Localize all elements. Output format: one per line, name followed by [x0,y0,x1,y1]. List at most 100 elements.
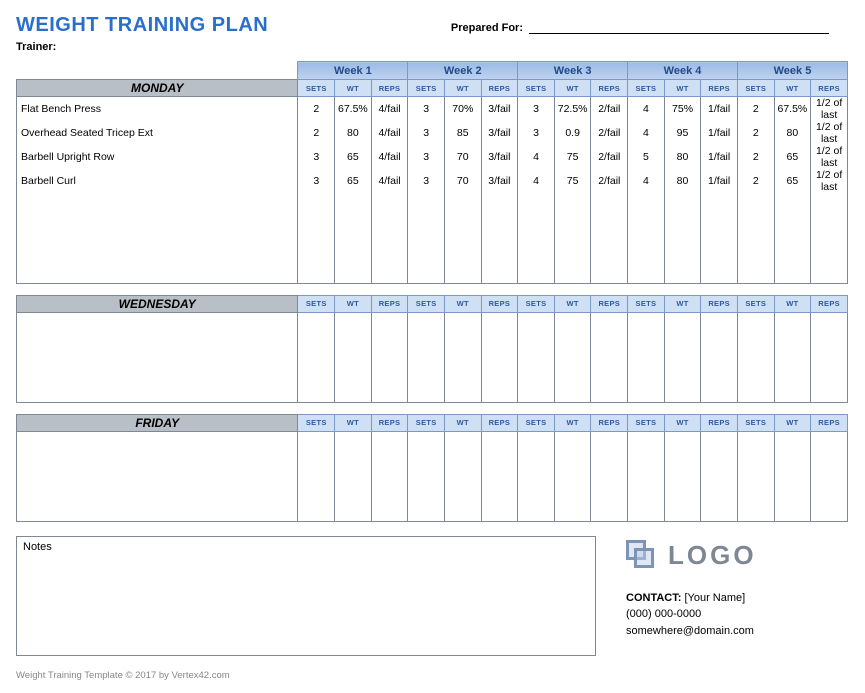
weight-cell: 65 [335,169,372,193]
column-header: REPS [591,295,628,312]
exercise-name: Barbell Curl [17,169,298,193]
empty-cell[interactable] [664,431,701,521]
empty-cell[interactable] [444,312,481,402]
empty-exercise-area[interactable] [17,193,298,283]
column-header: WT [774,414,811,431]
empty-cell[interactable] [335,312,372,402]
sets-cell: 3 [408,97,445,122]
notes-label: Notes [23,541,52,553]
column-header: REPS [481,80,518,97]
empty-cell[interactable] [774,312,811,402]
empty-cell[interactable] [298,312,335,402]
empty-cell[interactable] [408,193,445,283]
reps-cell: 4/fail [371,121,408,145]
weight-cell: 75 [554,169,591,193]
empty-cell[interactable] [628,193,665,283]
empty-cell[interactable] [591,431,628,521]
week-header: Week 3 [518,62,628,80]
sets-cell: 4 [518,145,555,169]
reps-cell: 1/2 of last [811,97,848,122]
notes-box[interactable]: Notes [16,536,596,656]
empty-cell[interactable] [554,312,591,402]
empty-cell[interactable] [518,312,555,402]
empty-exercise-area[interactable] [17,431,298,521]
column-header: WT [664,80,701,97]
sets-cell: 3 [518,121,555,145]
empty-cell[interactable] [701,312,738,402]
empty-cell[interactable] [444,193,481,283]
column-header: REPS [591,80,628,97]
empty-cell[interactable] [664,193,701,283]
empty-cell[interactable] [371,312,408,402]
reps-cell: 3/fail [481,145,518,169]
empty-cell[interactable] [554,193,591,283]
reps-cell: 3/fail [481,121,518,145]
empty-cell[interactable] [481,193,518,283]
empty-cell[interactable] [444,431,481,521]
column-header: WT [335,295,372,312]
column-header: SETS [408,414,445,431]
empty-cell[interactable] [591,312,628,402]
sets-cell: 4 [628,169,665,193]
empty-cell[interactable] [554,431,591,521]
empty-cell[interactable] [408,431,445,521]
empty-cell[interactable] [628,312,665,402]
weight-cell: 80 [664,169,701,193]
column-header: SETS [298,80,335,97]
empty-cell[interactable] [774,431,811,521]
prepared-for-line[interactable] [529,20,829,34]
weight-cell: 95 [664,121,701,145]
empty-cell[interactable] [408,312,445,402]
logo: LOGO [626,540,849,572]
empty-cell[interactable] [811,431,848,521]
empty-exercise-area[interactable] [17,312,298,402]
column-header: SETS [518,414,555,431]
column-header: REPS [811,295,848,312]
empty-cell[interactable] [518,193,555,283]
empty-cell[interactable] [371,431,408,521]
empty-cell[interactable] [335,193,372,283]
column-header: REPS [481,414,518,431]
empty-cell[interactable] [298,431,335,521]
empty-cell[interactable] [298,193,335,283]
empty-cell[interactable] [811,312,848,402]
reps-cell: 2/fail [591,169,628,193]
empty-cell[interactable] [335,431,372,521]
empty-cell[interactable] [701,193,738,283]
column-header: WT [444,295,481,312]
column-header: REPS [371,295,408,312]
column-header: REPS [811,80,848,97]
empty-cell[interactable] [664,312,701,402]
empty-cell[interactable] [811,193,848,283]
column-header: SETS [737,414,774,431]
sets-cell: 4 [518,169,555,193]
empty-cell[interactable] [518,431,555,521]
empty-cell[interactable] [481,312,518,402]
empty-cell[interactable] [628,431,665,521]
empty-cell[interactable] [591,193,628,283]
contact-block: CONTACT: [Your Name] (000) 000-0000 some… [626,590,849,640]
sets-cell: 3 [408,169,445,193]
empty-cell[interactable] [701,431,738,521]
weight-cell: 67.5% [335,97,372,122]
empty-cell[interactable] [737,431,774,521]
column-header: SETS [737,80,774,97]
column-header: WT [444,80,481,97]
sets-cell: 5 [628,145,665,169]
reps-cell: 3/fail [481,97,518,122]
sets-cell: 3 [408,145,445,169]
column-header: REPS [371,80,408,97]
contact-name: [Your Name] [684,592,745,604]
reps-cell: 1/fail [701,169,738,193]
empty-cell[interactable] [481,431,518,521]
right-column: LOGO CONTACT: [Your Name] (000) 000-0000… [626,536,849,656]
empty-cell[interactable] [737,193,774,283]
column-header: SETS [298,295,335,312]
empty-cell[interactable] [774,193,811,283]
empty-cell[interactable] [737,312,774,402]
reps-cell: 4/fail [371,97,408,122]
weight-cell: 80 [774,121,811,145]
empty-cell[interactable] [371,193,408,283]
column-header: WT [774,80,811,97]
reps-cell: 1/2 of last [811,121,848,145]
